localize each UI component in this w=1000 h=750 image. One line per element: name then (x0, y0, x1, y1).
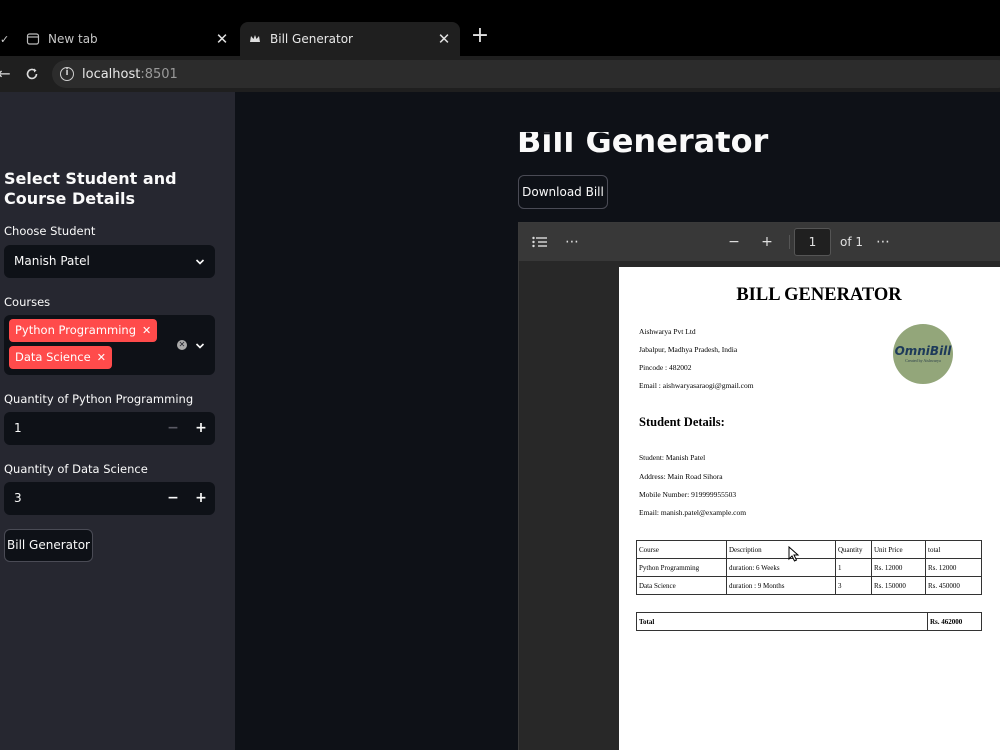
chip-label: Data Science (15, 350, 91, 364)
table-cell: Rs. 150000 (871, 576, 926, 595)
download-bill-button[interactable]: Download Bill (518, 175, 608, 209)
student-select[interactable]: Manish Patel (4, 245, 215, 278)
page-number-input[interactable]: 1 (794, 228, 831, 256)
pdf-page: BILL GENERATOR Aishwarya Pvt Ltd Jabalpu… (619, 267, 1000, 750)
clear-all-icon[interactable]: ✕ (177, 340, 187, 350)
qty-ds-value[interactable]: 3 (14, 491, 22, 505)
close-tab-icon[interactable]: ✕ (434, 30, 454, 48)
table-cell: Data Science (636, 576, 727, 595)
bill-generator-button[interactable]: Bill Generator (4, 529, 93, 562)
checkmark-icon: ✓ (0, 32, 10, 46)
omnibill-logo: OmniBill Created by Aishwarya (893, 324, 953, 384)
student-details-heading: Student Details: (639, 415, 725, 429)
outline-icon[interactable] (530, 232, 550, 252)
scroll-clip (505, 92, 1000, 132)
increment-button[interactable]: + (191, 418, 211, 438)
close-tab-icon[interactable]: ✕ (212, 30, 232, 48)
info-icon[interactable]: i (60, 67, 74, 81)
column-header: Unit Price (871, 540, 926, 559)
student-address: Address: Main Road Sihora (639, 472, 723, 481)
sidebar: Select Student and Course Details Choose… (0, 92, 235, 750)
bill-table: Course Description Quantity Unit Price t… (636, 540, 982, 595)
address-bar-row: ← i localhost:8501 (0, 56, 1000, 92)
tab-title: New tab (48, 32, 98, 46)
new-tab-page-icon (26, 32, 40, 46)
qty-python-stepper[interactable]: 1 − + (4, 412, 215, 445)
tab-new-tab[interactable]: New tab ✕ (16, 22, 238, 56)
qty-python-label: Quantity of Python Programming (4, 392, 194, 406)
chevron-down-icon (195, 256, 205, 266)
student-name: Student: Manish Patel (639, 453, 706, 462)
student-mobile: Mobile Number: 919999955503 (639, 490, 737, 499)
pdf-viewer: ⋯ − + 1 of 1 ⋯ BILL GENERATOR Aishwarya … (518, 222, 1000, 750)
total-label: Total (636, 612, 928, 631)
table-cell: Rs. 450000 (925, 576, 982, 595)
chip-label: Python Programming (15, 323, 137, 337)
tab-partial[interactable]: ✓ (0, 22, 14, 56)
chevron-down-icon[interactable] (195, 340, 205, 350)
crown-icon (248, 32, 262, 46)
increment-button[interactable]: + (191, 488, 211, 508)
sidebar-title: Select Student and Course Details (4, 169, 177, 208)
main-content: Bill Generator Download Bill ⋯ − + 1 of … (235, 92, 1000, 750)
url-port: :8501 (140, 66, 178, 82)
logo-text: OmniBill (894, 344, 952, 358)
table-cell: Python Programming (636, 558, 727, 577)
table-row: Data Science duration : 9 Months 3 Rs. 1… (636, 576, 982, 595)
column-header: Description (726, 540, 836, 559)
total-table: Total Rs. 462000 (636, 612, 982, 631)
company-email: Email : aishwaryasaraogi@gmail.com (639, 381, 754, 390)
zoom-out-icon[interactable]: − (724, 232, 744, 252)
qty-python-value[interactable]: 1 (14, 421, 22, 435)
table-cell: Rs. 12000 (871, 558, 926, 577)
logo-subtext: Created by Aishwarya (905, 358, 941, 363)
total-value: Rs. 462000 (927, 612, 982, 631)
tab-bill-generator[interactable]: Bill Generator ✕ (240, 22, 460, 56)
table-cell: Rs. 12000 (925, 558, 982, 577)
company-pincode: Pincode : 482002 (639, 363, 692, 372)
course-chip[interactable]: Data Science ✕ (9, 346, 112, 369)
more-options-icon[interactable]: ⋯ (873, 232, 893, 252)
student-select-value: Manish Patel (14, 254, 90, 268)
qty-ds-label: Quantity of Data Science (4, 462, 148, 476)
decrement-button[interactable]: − (163, 418, 183, 438)
back-icon[interactable]: ← (0, 62, 16, 86)
table-cell: duration: 6 Weeks (726, 558, 836, 577)
page-total-label: of 1 (840, 235, 864, 249)
company-address: Jabalpur, Madhya Pradesh, India (639, 345, 738, 354)
table-header-row: Course Description Quantity Unit Price t… (636, 540, 982, 559)
column-header: total (925, 540, 982, 559)
bill-heading: BILL GENERATOR (736, 285, 902, 305)
course-chip[interactable]: Python Programming ✕ (9, 319, 158, 342)
table-row: Python Programming duration: 6 Weeks 1 R… (636, 558, 982, 577)
total-row: Total Rs. 462000 (636, 612, 982, 631)
url-input[interactable]: i localhost:8501 (52, 60, 1000, 88)
company-name: Aishwarya Pvt Ltd (639, 327, 696, 336)
qty-ds-stepper[interactable]: 3 − + (4, 482, 215, 515)
table-cell: 1 (835, 558, 872, 577)
column-header: Quantity (835, 540, 872, 559)
toolbar-divider (789, 235, 790, 249)
student-email: Email: manish.patel@example.com (639, 508, 747, 517)
student-label: Choose Student (4, 224, 96, 238)
url-host: localhost (82, 66, 141, 82)
courses-label: Courses (4, 295, 51, 309)
remove-chip-icon[interactable]: ✕ (142, 324, 151, 337)
more-options-icon[interactable]: ⋯ (562, 232, 582, 252)
tab-title: Bill Generator (270, 32, 353, 46)
pdf-toolbar: ⋯ − + 1 of 1 ⋯ (519, 223, 1000, 261)
new-tab-plus-icon[interactable]: + (468, 24, 492, 48)
remove-chip-icon[interactable]: ✕ (97, 351, 106, 364)
table-cell: 3 (835, 576, 872, 595)
table-cell: duration : 9 Months (726, 576, 836, 595)
zoom-in-icon[interactable]: + (757, 232, 777, 252)
courses-multiselect[interactable]: Python Programming ✕ Data Science ✕ ✕ (4, 315, 215, 375)
browser-tab-bar: ✓ New tab ✕ Bill Generator ✕ + (0, 0, 1000, 56)
reload-icon[interactable] (20, 62, 44, 86)
decrement-button[interactable]: − (163, 488, 183, 508)
column-header: Course (636, 540, 727, 559)
